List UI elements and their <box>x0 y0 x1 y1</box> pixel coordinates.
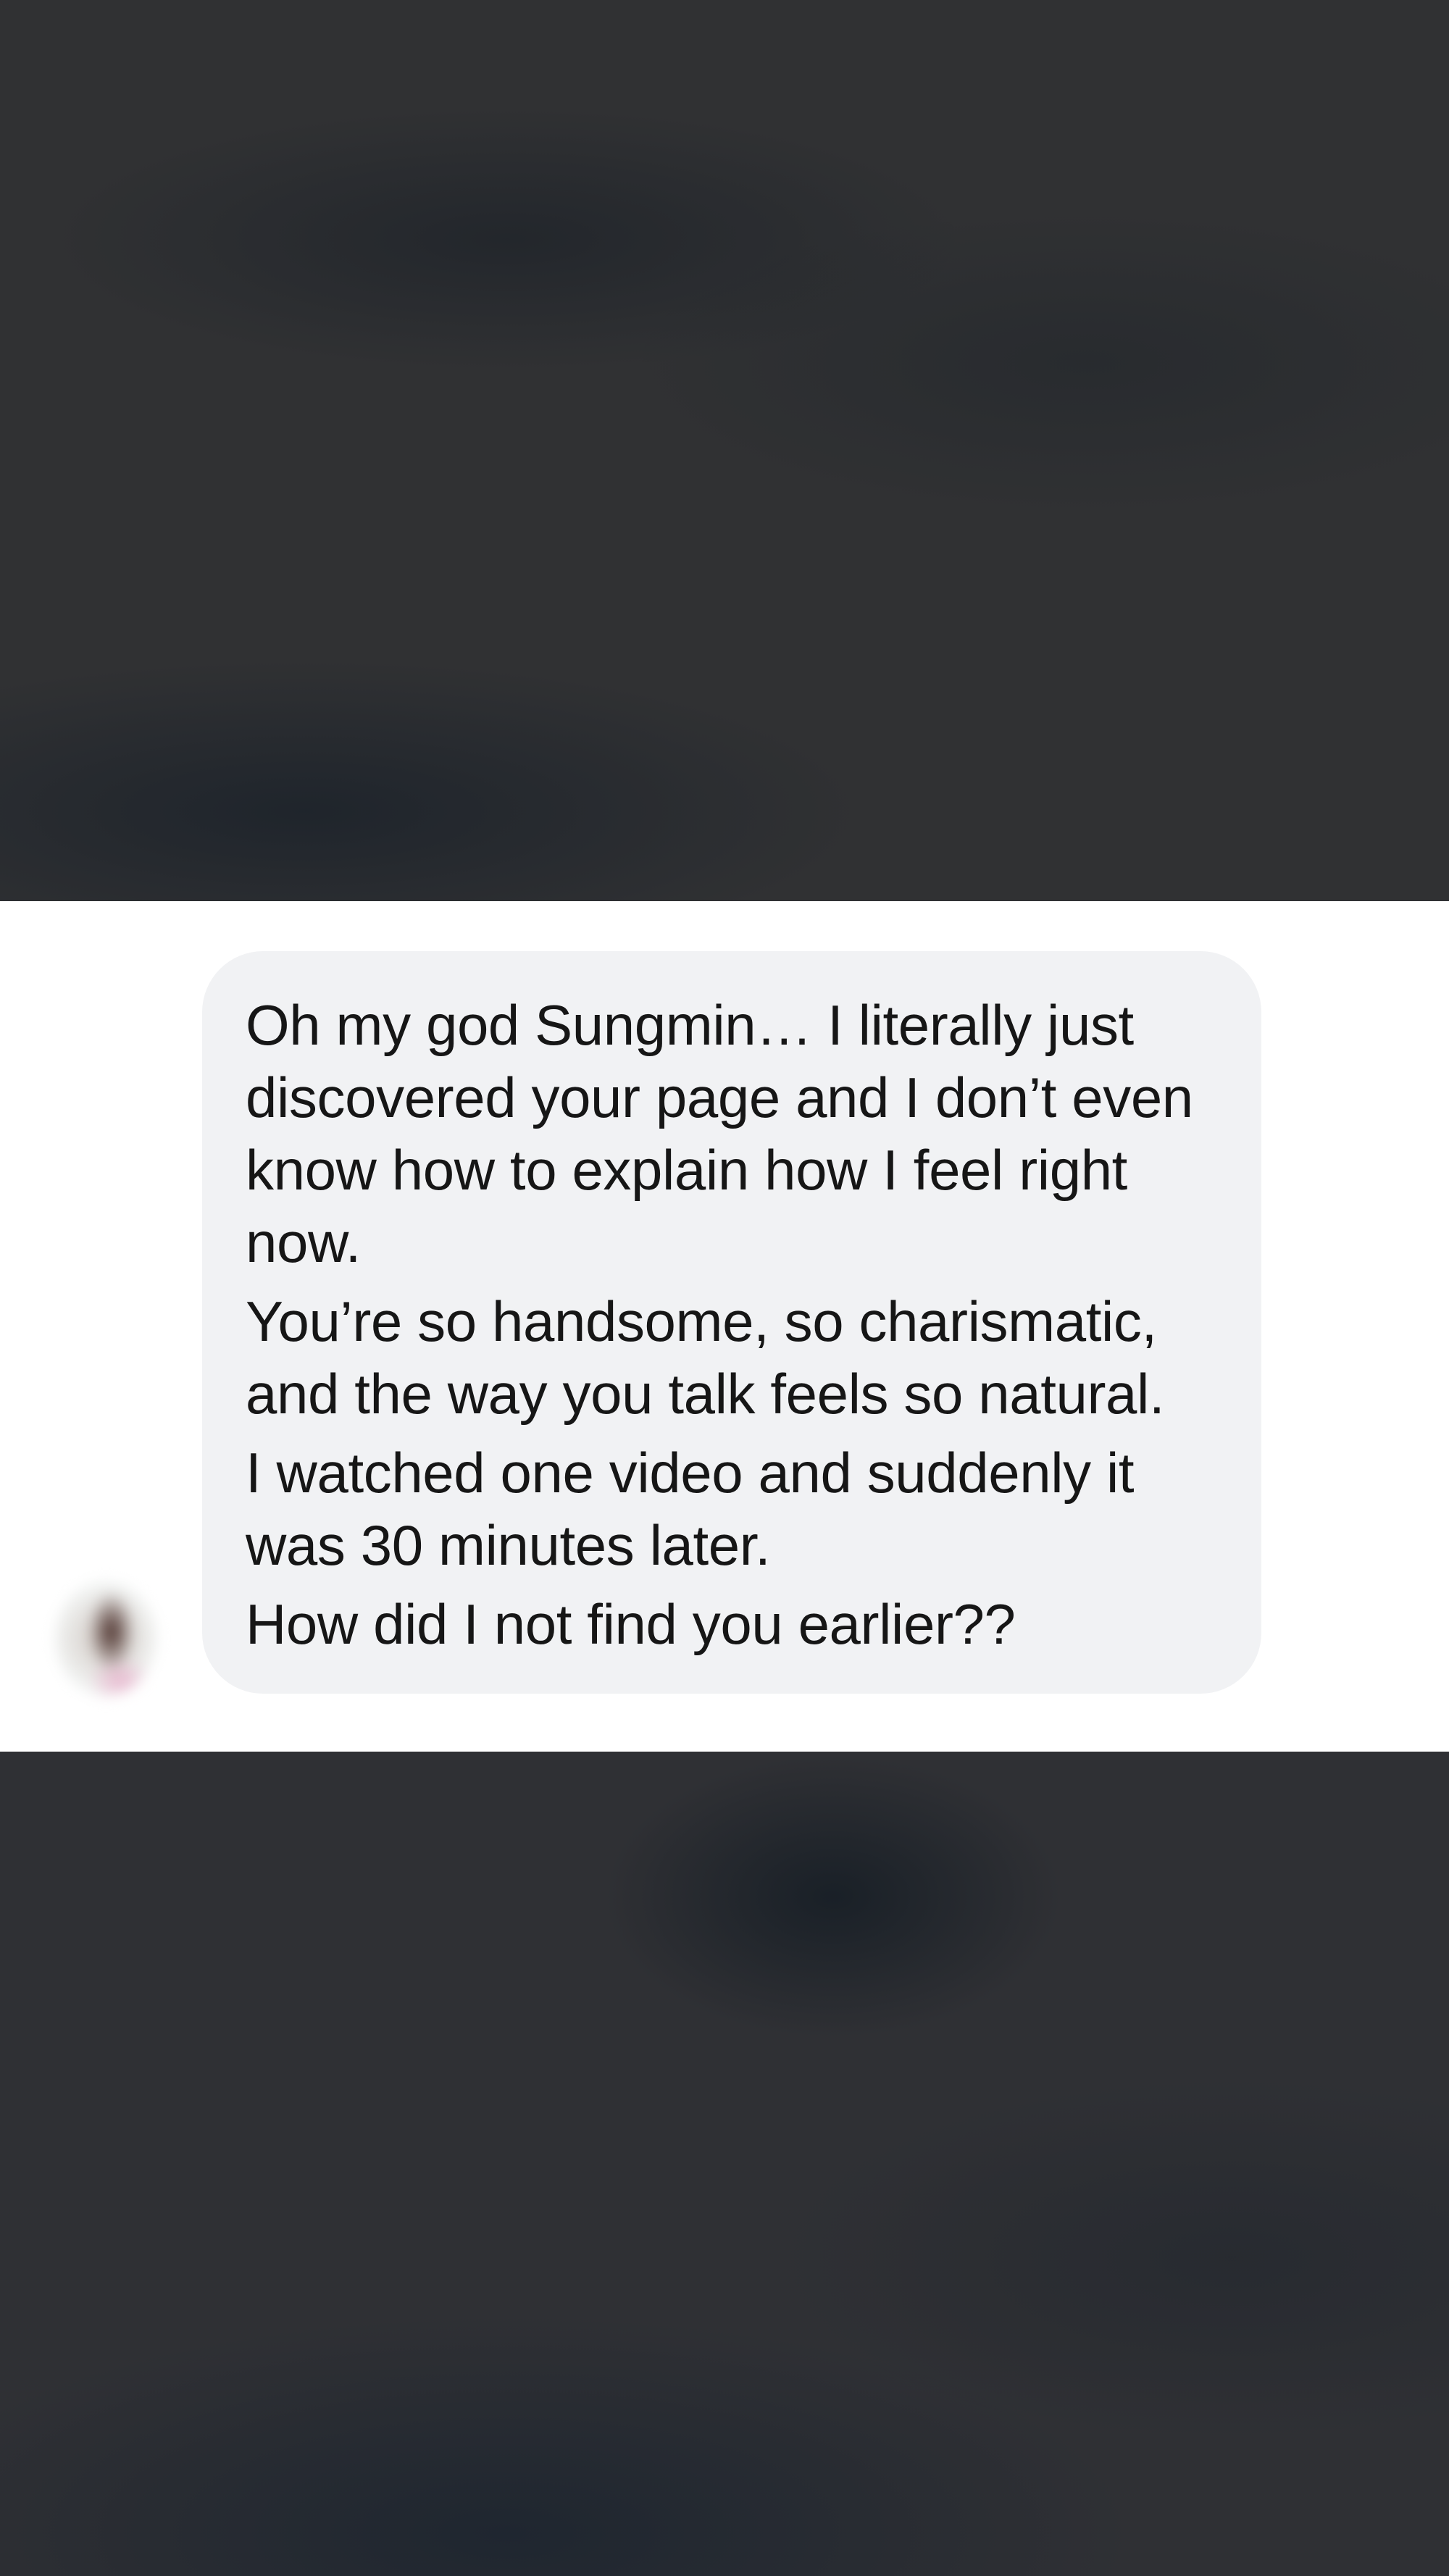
blurred-background-bottom <box>0 1752 1449 2576</box>
message-paragraph: You’re so handsome, so charismatic, and … <box>246 1289 1173 1426</box>
blurred-background-top <box>0 0 1449 901</box>
received-message-bubble[interactable]: Oh my god Sungmin… I literally just disc… <box>202 951 1261 1694</box>
message-paragraph: I watched one video and suddenly it was … <box>246 1441 1150 1577</box>
message-paragraph: How did I not find you earlier?? <box>246 1592 1016 1656</box>
sender-avatar[interactable] <box>55 1581 156 1697</box>
message-paragraph: Oh my god Sungmin… I literally just disc… <box>246 993 1209 1274</box>
